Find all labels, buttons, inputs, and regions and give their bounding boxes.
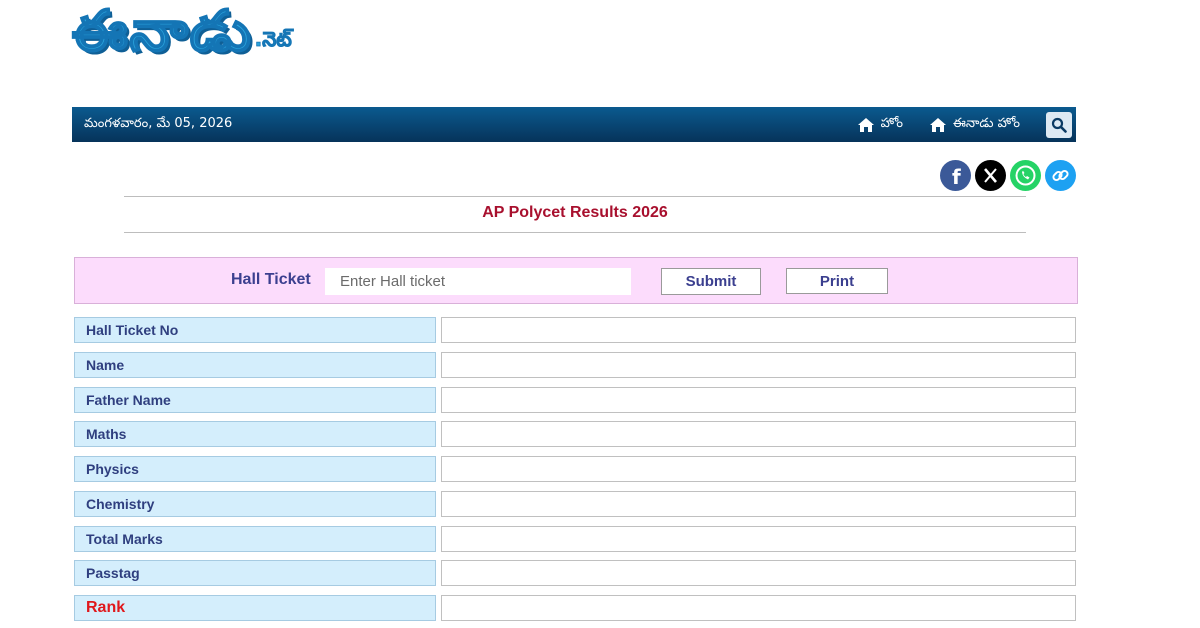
label-name: Name: [74, 352, 436, 378]
nav-links: హోం ఈనాడు హోం: [857, 107, 1076, 142]
title-rule-bottom: [124, 232, 1026, 233]
site-logo[interactable]: ఈనాడు .నెట్: [71, 0, 292, 64]
link-icon[interactable]: [1045, 160, 1076, 191]
logo-suffix: .నెట్: [254, 27, 292, 52]
label-chemistry: Chemistry: [74, 491, 436, 517]
nav-home-link[interactable]: హోం: [857, 116, 903, 134]
nav-date: మంగళవారం, మే 05, 2026: [84, 115, 233, 131]
value-father-name: [441, 387, 1076, 413]
facebook-icon[interactable]: f: [940, 160, 971, 191]
value-total-marks: [441, 526, 1076, 552]
value-maths: [441, 421, 1076, 447]
nav-eenadu-home-label: ఈనాడు హోం: [952, 115, 1020, 131]
value-chemistry: [441, 491, 1076, 517]
label-father-name: Father Name: [74, 387, 436, 413]
home-icon: [929, 117, 946, 132]
title-rule-top: [124, 196, 1026, 197]
label-rank: Rank: [74, 595, 436, 621]
label-total-marks: Total Marks: [74, 526, 436, 552]
top-navbar: మంగళవారం, మే 05, 2026 హోం ఈనాడు హోం: [72, 107, 1076, 142]
value-name: [441, 352, 1076, 378]
svg-text:f: f: [952, 165, 961, 189]
share-bar: f: [940, 160, 1076, 191]
search-icon: [1051, 117, 1067, 133]
hall-ticket-label: Hall Ticket: [231, 271, 311, 288]
whatsapp-icon[interactable]: [1010, 160, 1041, 191]
value-hall-ticket-no: [441, 317, 1076, 343]
search-button[interactable]: [1046, 111, 1072, 138]
label-passtag: Passtag: [74, 560, 436, 586]
hall-ticket-input[interactable]: [325, 268, 631, 295]
x-icon[interactable]: [975, 160, 1006, 191]
label-physics: Physics: [74, 456, 436, 482]
hall-ticket-form: Hall Ticket Submit Print: [74, 257, 1078, 304]
page-title: AP Polycet Results 2026: [482, 204, 668, 221]
home-icon: [857, 117, 874, 132]
label-hall-ticket-no: Hall Ticket No: [74, 317, 436, 343]
nav-eenadu-home-link[interactable]: ఈనాడు హోం: [929, 116, 1020, 134]
value-physics: [441, 456, 1076, 482]
value-rank: [441, 595, 1076, 621]
submit-button[interactable]: Submit: [661, 268, 761, 295]
print-button[interactable]: Print: [786, 268, 888, 294]
label-maths: Maths: [74, 421, 436, 447]
value-passtag: [441, 560, 1076, 586]
logo-text: ఈనాడు: [71, 0, 253, 64]
nav-home-label: హోం: [880, 115, 903, 131]
